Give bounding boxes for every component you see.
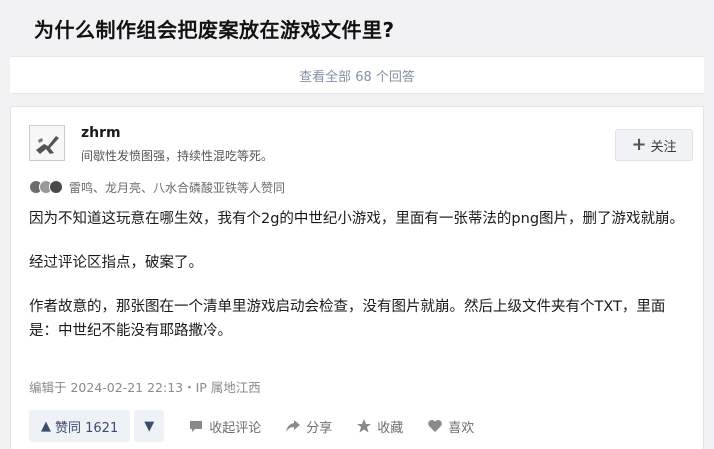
liker-avatar [49, 180, 63, 194]
answer-content: 因为不知道这玩意在哪生效，我有个2g的中世纪小游戏，里面有一张蒂法的png图片，… [29, 207, 693, 363]
question-title[interactable]: 为什么制作组会把废案放在游戏文件里? [34, 14, 395, 43]
view-all-answers-link[interactable]: 查看全部 68 个回答 [10, 56, 704, 94]
star-icon [357, 419, 372, 433]
avatar[interactable] [29, 125, 65, 161]
action-bar: ▲ 赞同 1621 ▼ 收起评论 分享 收藏 喜欢 [29, 409, 474, 443]
author-bio: 间歇性发愤图强，持续性混吃等死。 [81, 149, 274, 163]
vote-up-button[interactable]: ▲ 赞同 1621 [29, 410, 131, 442]
edit-meta[interactable]: 编辑于 2024-02-21 22:13・IP 属地江西 [29, 377, 261, 396]
answer-paragraph: 经过评论区指点，破案了。 [29, 255, 203, 271]
liker-avatars [29, 180, 65, 194]
likers-row[interactable]: 雷鸣、龙月亮、八水合磷酸亚铁等人赞同 [29, 179, 285, 195]
comment-icon [190, 421, 203, 432]
triangle-up-icon: ▲ [41, 418, 51, 434]
share-label: 分享 [306, 420, 333, 436]
answer-card: zhrm 间歇性发愤图强，持续性混吃等死。 + 关注 雷鸣、龙月亮、八水合磷酸亚… [10, 106, 704, 449]
author-name[interactable]: zhrm [81, 125, 121, 141]
like-button[interactable]: 喜欢 [427, 417, 474, 436]
comment-label: 收起评论 [209, 420, 262, 436]
like-label: 喜欢 [448, 420, 475, 436]
view-all-label[interactable]: 查看全部 68 个回答 [299, 66, 415, 85]
follow-button[interactable]: + 关注 [615, 129, 693, 161]
likers-text: 雷鸣、龙月亮、八水合磷酸亚铁等人赞同 [69, 180, 286, 195]
share-icon [286, 420, 301, 432]
avatar-image [30, 126, 64, 160]
vote-down-button[interactable]: ▼ [134, 410, 165, 442]
follow-label: 关注 [650, 139, 677, 155]
heart-icon [428, 420, 443, 432]
share-button[interactable]: 分享 [285, 417, 332, 436]
triangle-down-icon: ▼ [144, 418, 155, 434]
vote-up-label: 赞同 1621 [55, 420, 119, 436]
collapse-comments-button[interactable]: 收起评论 [188, 417, 261, 436]
answer-paragraph: 作者故意的，那张图在一个清单里游戏启动会检查，没有图片就崩。然后上级文件夹有个T… [29, 299, 666, 339]
plus-icon: + [631, 134, 647, 155]
answer-paragraph: 因为不知道这玩意在哪生效，我有个2g的中世纪小游戏，里面有一张蒂法的png图片，… [29, 211, 685, 227]
collect-button[interactable]: 收藏 [356, 417, 403, 436]
collect-label: 收藏 [377, 420, 404, 436]
